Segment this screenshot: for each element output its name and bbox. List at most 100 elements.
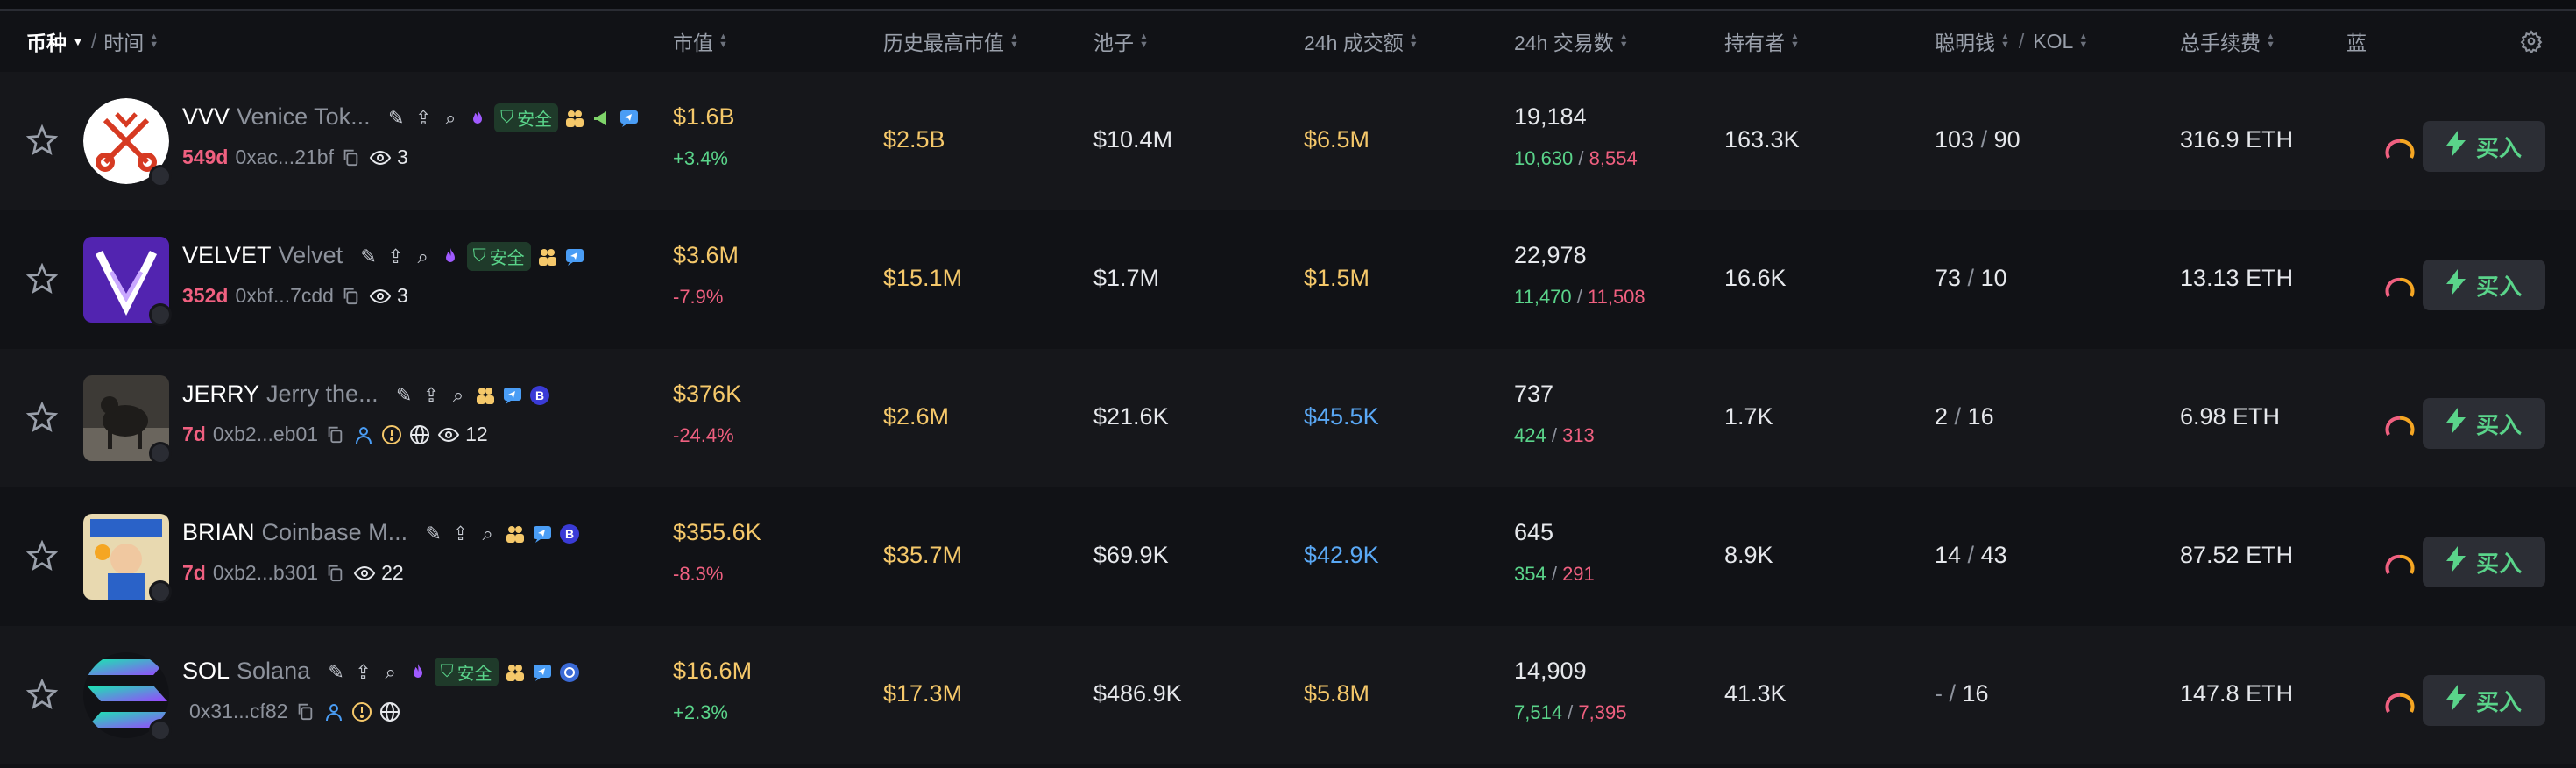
share-icon[interactable]: ⇪ <box>421 384 442 406</box>
token-meta: 549d 0xac...21bf 3 <box>182 146 408 169</box>
table-row[interactable]: SOL Solana ✎ ⇪ ⌕ ⛉ 安全 0x31...cf82 $16.6M +2.3… <box>0 626 2576 764</box>
edit-icon[interactable]: ✎ <box>393 384 414 406</box>
search-icon[interactable]: ⌕ <box>440 107 461 129</box>
copy-icon[interactable] <box>295 701 316 722</box>
buy-button[interactable]: 买入 <box>2423 260 2545 310</box>
search-icon[interactable]: ⌕ <box>478 523 499 544</box>
token-address: 0xb2...eb01 <box>212 423 319 445</box>
header-time[interactable]: 时间 <box>103 26 144 56</box>
telegram-chat-icon[interactable] <box>532 662 553 683</box>
tx-buys: 7,514 <box>1514 701 1563 723</box>
volume-24h: $45.5K <box>1304 403 1379 430</box>
telegram-chat-icon[interactable] <box>502 385 523 406</box>
view-count: 22 <box>381 561 404 584</box>
tx-sells: 11,508 <box>1588 286 1645 308</box>
smart-divider: / <box>1974 126 1994 153</box>
favorite-star-icon[interactable] <box>25 262 59 295</box>
favorite-star-icon[interactable] <box>25 678 59 710</box>
share-icon[interactable]: ⇪ <box>450 523 471 544</box>
header-smart-kol[interactable]: 聪明钱 ▲ ▼ / KOL ▲ ▼ <box>1935 11 2088 72</box>
smart-kol: 2 / 16 <box>1935 403 1994 430</box>
holders-people-icon <box>505 662 526 683</box>
tx-count: 737 <box>1514 380 1554 407</box>
svg-text:B: B <box>565 527 574 541</box>
table-row[interactable]: VELVET Velvet ✎ ⇪ ⌕ ⛉ 安全 352d 0xbf...7cdd 3 $3… <box>0 210 2576 349</box>
ath-market-cap: $2.6M <box>883 403 950 430</box>
search-icon[interactable]: ⌕ <box>413 245 434 267</box>
globe-icon[interactable] <box>379 701 400 722</box>
tx-buys: 11,470 <box>1514 286 1572 308</box>
total-fees: 87.52 ETH <box>2180 542 2294 568</box>
tx-sells: 313 <box>1562 424 1595 446</box>
dev-user-icon <box>323 701 344 722</box>
header-transactions[interactable]: 24h 交易数 ▲ ▼ <box>1514 11 1629 72</box>
header-volume[interactable]: 24h 成交额 ▲ ▼ <box>1304 11 1419 72</box>
favorite-star-icon[interactable] <box>25 539 59 572</box>
edit-icon[interactable]: ✎ <box>386 107 407 129</box>
lightning-icon <box>2445 545 2466 579</box>
buy-button[interactable]: 买入 <box>2423 398 2545 449</box>
token-title[interactable]: SOL Solana ✎ ⇪ ⌕ ⛉ 安全 <box>182 658 580 687</box>
total-fees: 13.13 ETH <box>2180 265 2294 291</box>
table-row[interactable]: JERRY Jerry the... ✎ ⇪ ⌕ B 7d 0xb2...eb01 12 … <box>0 349 2576 487</box>
favorite-star-icon[interactable] <box>25 124 59 156</box>
table-row[interactable]: VVV Venice Tok... ✎ ⇪ ⌕ ⛉ 安全 549d 0xac...21bf… <box>0 72 2576 210</box>
buy-label: 买入 <box>2475 273 2522 300</box>
fire-icon <box>467 108 488 129</box>
token-title[interactable]: VELVET Velvet ✎ ⇪ ⌕ ⛉ 安全 <box>182 242 585 272</box>
telegram-chat-icon[interactable] <box>532 523 553 544</box>
header-fees[interactable]: 总手续费 ▲ ▼ <box>2180 11 2275 72</box>
token-title[interactable]: VVV Venice Tok... ✎ ⇪ ⌕ ⛉ 安全 <box>182 103 640 133</box>
copy-icon[interactable] <box>325 424 346 445</box>
settings-gear-icon[interactable] <box>2520 11 2543 72</box>
token-title[interactable]: JERRY Jerry the... ✎ ⇪ ⌕ B <box>182 380 550 408</box>
ath-market-cap: $15.1M <box>883 265 963 291</box>
tx-divider: / <box>1573 147 1589 169</box>
favorite-star-icon[interactable] <box>25 401 59 433</box>
header-market-cap[interactable]: 市值 ▲ ▼ <box>673 11 728 72</box>
share-icon[interactable]: ⇪ <box>386 245 407 267</box>
edit-icon[interactable]: ✎ <box>326 661 347 683</box>
pool-value: $486.9K <box>1093 680 1182 707</box>
header-coin[interactable]: 币种 ▼ / 时间 ▲ ▼ <box>26 11 159 72</box>
buy-button[interactable]: 买入 <box>2423 675 2545 726</box>
holders-count: 1.7K <box>1724 403 1773 430</box>
lightning-icon <box>2445 130 2466 163</box>
smart-divider: / <box>1943 680 1963 707</box>
header-holders[interactable]: 持有者 ▲ ▼ <box>1724 11 1800 72</box>
share-icon[interactable]: ⇪ <box>413 107 434 129</box>
shield-icon: ⛉ <box>472 246 486 267</box>
search-icon[interactable]: ⌕ <box>380 661 401 683</box>
copy-icon[interactable] <box>341 147 362 168</box>
token-title[interactable]: BRIAN Coinbase M... ✎ ⇪ ⌕ B <box>182 519 580 546</box>
telegram-chat-icon[interactable] <box>564 246 585 267</box>
header-ath-mc[interactable]: 历史最高市值 ▲ ▼ <box>883 11 1019 72</box>
token-name: Venice Tok... <box>237 103 371 130</box>
buy-button[interactable]: 买入 <box>2423 537 2545 587</box>
share-icon[interactable]: ⇪ <box>353 661 374 683</box>
chain-badge <box>149 303 172 326</box>
header-pool[interactable]: 池子 ▲ ▼ <box>1093 11 1149 72</box>
safe-label: 安全 <box>456 665 492 685</box>
token-name: Jerry the... <box>266 380 379 407</box>
search-icon[interactable]: ⌕ <box>448 384 469 406</box>
smart-divider: / <box>1948 403 1968 430</box>
edit-icon[interactable]: ✎ <box>423 523 444 544</box>
table-row[interactable]: BRIAN Coinbase M... ✎ ⇪ ⌕ B 7d 0xb2...b301 22… <box>0 487 2576 626</box>
copy-icon[interactable] <box>341 286 362 307</box>
binance-badge-icon: B <box>559 523 580 544</box>
market-cap: $376K <box>673 380 742 407</box>
globe-icon[interactable] <box>409 424 430 445</box>
buy-button[interactable]: 买入 <box>2423 121 2545 172</box>
kol-count: 16 <box>1967 403 1994 430</box>
smart-money-count: 73 <box>1935 265 1962 291</box>
header-blue[interactable]: 蓝 <box>2346 11 2417 72</box>
buy-label: 买入 <box>2475 550 2522 577</box>
sort-icon[interactable]: ▲ ▼ <box>149 32 159 50</box>
copy-icon[interactable] <box>325 563 346 584</box>
tx-sells: 7,395 <box>1578 701 1627 723</box>
chain-badge <box>149 442 172 465</box>
telegram-chat-icon[interactable] <box>619 108 640 129</box>
edit-icon[interactable]: ✎ <box>358 245 379 267</box>
token-age: 352d <box>182 284 229 307</box>
